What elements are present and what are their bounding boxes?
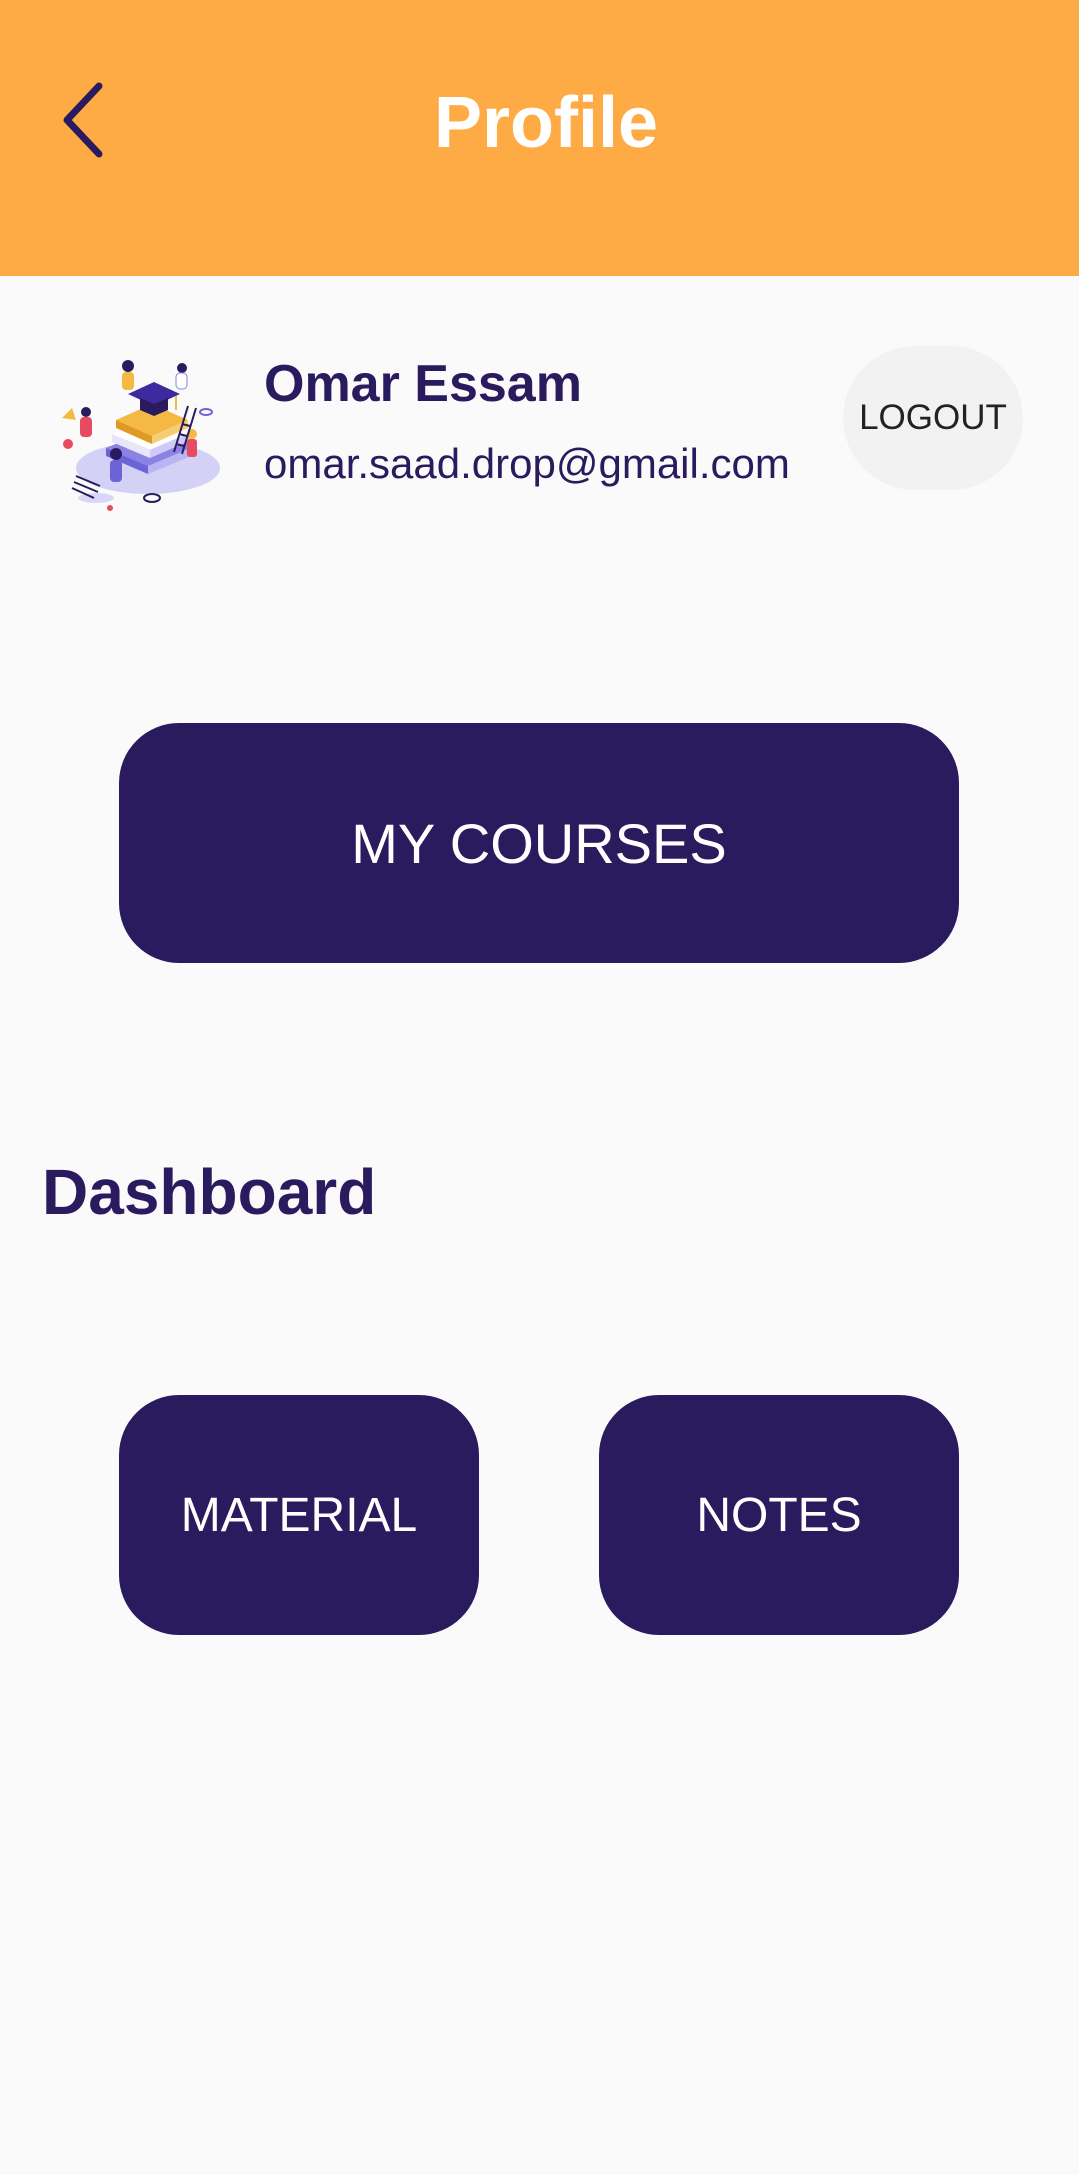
page-title: Profile: [433, 83, 659, 163]
notes-button[interactable]: NOTES: [599, 1395, 959, 1635]
material-button[interactable]: MATERIAL: [119, 1395, 479, 1635]
education-illustration-icon: [62, 360, 220, 511]
profile-screen: Profile Omar Essam omar.saad.drop@gmail.…: [0, 0, 1079, 2175]
user-name: Omar Essam: [264, 355, 582, 413]
app-bar: Profile: [0, 0, 1079, 276]
avatar: [56, 348, 232, 520]
my-courses-button[interactable]: MY COURSES: [119, 723, 959, 963]
user-email: omar.saad.drop@gmail.com: [264, 440, 790, 487]
dashboard-heading: Dashboard: [42, 1156, 377, 1228]
logout-button[interactable]: LOGOUT: [843, 346, 1023, 490]
